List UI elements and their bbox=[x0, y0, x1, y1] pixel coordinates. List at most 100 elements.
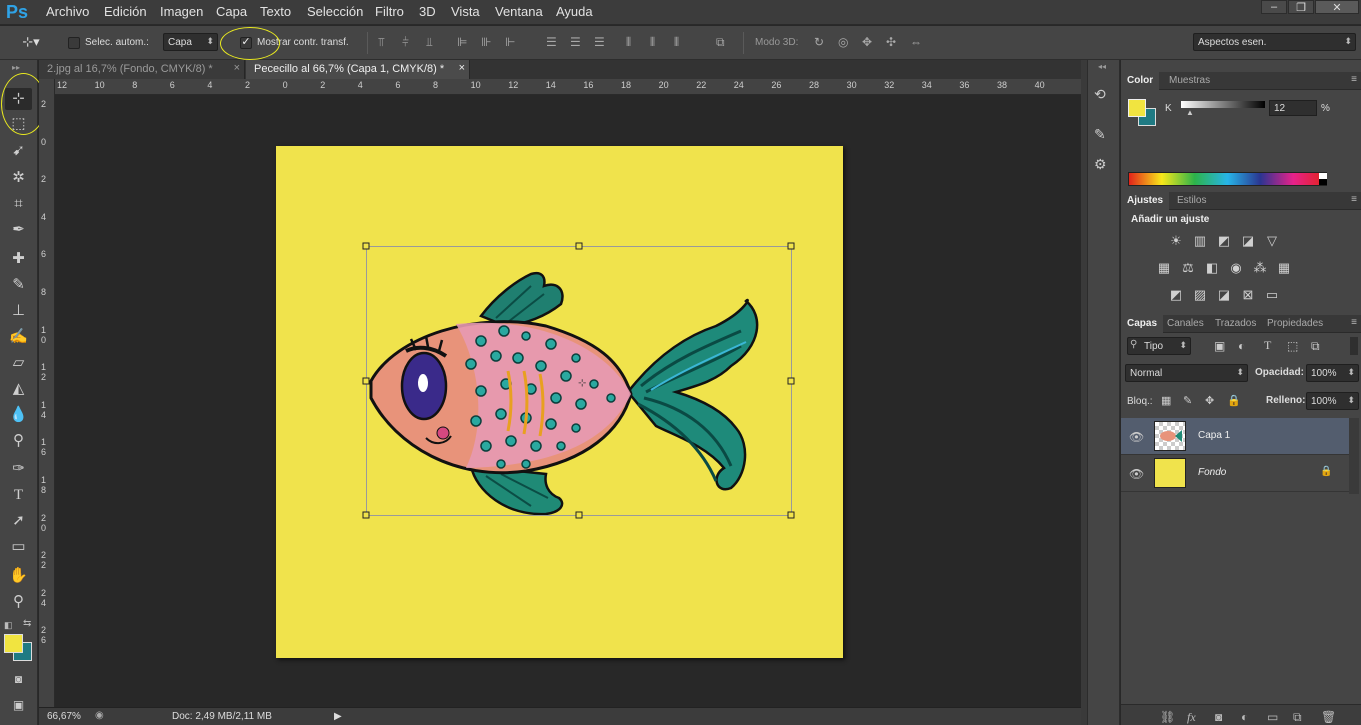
new-adjustment-icon[interactable]: ◐ bbox=[1241, 710, 1248, 724]
swap-colors-icon[interactable]: ⇆ bbox=[23, 618, 31, 629]
brightness-icon[interactable]: ☀ bbox=[1167, 233, 1185, 249]
canvas-area[interactable]: ⊹ bbox=[56, 96, 1081, 707]
close-button[interactable]: ✕ bbox=[1315, 0, 1359, 14]
pan3d-icon[interactable]: ✥ bbox=[862, 35, 872, 49]
clone-stamp-icon[interactable]: ⊥ bbox=[5, 300, 32, 322]
menu-ventana[interactable]: Ventana bbox=[495, 4, 543, 19]
lock-all-icon[interactable]: 🔒 bbox=[1227, 394, 1241, 407]
filter-smart-icon[interactable]: ⧉ bbox=[1311, 339, 1320, 354]
curves-icon[interactable]: ◩ bbox=[1215, 233, 1233, 249]
visibility-eye-icon[interactable]: 👁 bbox=[1129, 430, 1144, 444]
lasso-tool-icon[interactable]: ➹ bbox=[5, 140, 32, 162]
distribute-top-icon[interactable]: ☰ bbox=[546, 35, 557, 49]
lock-position-icon[interactable]: ✥ bbox=[1205, 394, 1214, 407]
tab-adjustments[interactable]: Ajustes bbox=[1121, 192, 1170, 210]
selective-color-icon[interactable]: ⊠ bbox=[1239, 287, 1257, 303]
vertical-ruler[interactable]: 2 0 2 4 6 8 1 0 1 2 1 4 1 6 1 8 2 0 2 2 2 4 2 6 bbox=[39, 79, 55, 707]
align-hcenter-icon[interactable]: ⊪ bbox=[481, 35, 491, 49]
path-selection-icon[interactable]: ➚ bbox=[5, 510, 32, 532]
visibility-eye-icon[interactable]: 👁 bbox=[1129, 467, 1144, 481]
quick-mask-icon[interactable]: ◙ bbox=[5, 668, 32, 690]
new-group-icon[interactable]: ▭ bbox=[1267, 710, 1278, 724]
brush-tool-icon[interactable]: ✎ bbox=[5, 274, 32, 296]
exposure-icon[interactable]: ◪ bbox=[1239, 233, 1257, 249]
paint-bucket-icon[interactable]: ◭ bbox=[5, 378, 32, 400]
align-top-icon[interactable]: ⫪ bbox=[378, 35, 385, 50]
gradient-map-icon[interactable]: ▭ bbox=[1263, 287, 1281, 303]
healing-brush-icon[interactable]: ✚ bbox=[5, 248, 32, 270]
tab-layers[interactable]: Capas bbox=[1121, 315, 1164, 333]
menu-vista[interactable]: Vista bbox=[451, 4, 480, 19]
add-mask-icon[interactable]: ◙ bbox=[1215, 710, 1222, 724]
color-lookup-icon[interactable]: ▦ bbox=[1275, 260, 1293, 276]
link-layers-icon[interactable]: ⛓ bbox=[1160, 710, 1175, 724]
menu-texto[interactable]: Texto bbox=[260, 4, 291, 19]
layers-scrollbar[interactable] bbox=[1349, 418, 1359, 494]
rotate3d-icon[interactable]: ↻ bbox=[814, 35, 824, 49]
menu-imagen[interactable]: Imagen bbox=[160, 4, 203, 19]
auto-select-checkbox[interactable] bbox=[68, 37, 80, 49]
status-info-icon[interactable]: ◉ bbox=[95, 710, 104, 721]
distribute-right-icon[interactable]: ⫴ bbox=[674, 35, 679, 50]
distribute-hcenter-icon[interactable]: ⫴ bbox=[650, 35, 655, 50]
align-vcenter-icon[interactable]: ⫩ bbox=[402, 35, 409, 50]
tool-presets-icon[interactable]: ⚙ bbox=[1094, 156, 1107, 173]
type-tool-icon[interactable]: T bbox=[5, 484, 32, 506]
tab-2jpg[interactable]: 2.jpg al 16,7% (Fondo, CMYK/8) * × bbox=[39, 60, 245, 79]
eraser-tool-icon[interactable]: ▱ bbox=[5, 352, 32, 374]
auto-align-icon[interactable]: ⧉ bbox=[716, 35, 725, 50]
lock-pixels-icon[interactable]: ✎ bbox=[1183, 394, 1192, 407]
hand-tool-icon[interactable]: ✋ bbox=[5, 565, 32, 587]
posterize-icon[interactable]: ▨ bbox=[1191, 287, 1209, 303]
black-white-ramp[interactable] bbox=[1319, 173, 1327, 185]
history-panel-icon[interactable]: ⟲ bbox=[1094, 86, 1106, 103]
brush-panel-icon[interactable]: ✎ bbox=[1094, 126, 1106, 143]
threshold-icon[interactable]: ◪ bbox=[1215, 287, 1233, 303]
roll3d-icon[interactable]: ◎ bbox=[838, 35, 848, 49]
default-colors-icon[interactable]: ◧ bbox=[4, 620, 13, 631]
align-bottom-icon[interactable]: ⫫ bbox=[426, 35, 433, 50]
menu-filtro[interactable]: Filtro bbox=[375, 4, 404, 19]
menu-seleccion[interactable]: Selección bbox=[307, 4, 363, 19]
align-left-icon[interactable]: ⊫ bbox=[457, 35, 467, 49]
menu-capa[interactable]: Capa bbox=[216, 4, 247, 19]
move-tool-preset-icon[interactable]: ⊹▾ bbox=[18, 34, 44, 50]
zoom-tool-icon[interactable]: ⚲ bbox=[5, 591, 32, 613]
workspace-dropdown[interactable]: Aspectos esen. bbox=[1193, 33, 1356, 51]
slider-handle-icon[interactable]: ▲ bbox=[1186, 108, 1194, 117]
color-fg-swatch[interactable] bbox=[1128, 99, 1146, 117]
vibrance-icon[interactable]: ▽ bbox=[1263, 233, 1281, 249]
close-icon[interactable]: × bbox=[234, 62, 240, 74]
align-right-icon[interactable]: ⊩ bbox=[505, 35, 515, 49]
screen-mode-icon[interactable]: ▣ bbox=[5, 694, 32, 716]
color-spectrum[interactable] bbox=[1128, 172, 1327, 186]
collapse-icon[interactable]: ▸▸ bbox=[12, 63, 20, 72]
filter-toggle[interactable] bbox=[1350, 337, 1358, 355]
blend-mode-dropdown[interactable]: Normal bbox=[1125, 364, 1248, 382]
panel-menu-icon[interactable]: ≡ bbox=[1351, 74, 1357, 85]
slide3d-icon[interactable]: ✣ bbox=[886, 35, 896, 49]
rectangle-tool-icon[interactable]: ▭ bbox=[5, 536, 32, 558]
panel-menu-icon[interactable]: ≡ bbox=[1351, 317, 1357, 328]
filter-shape-icon[interactable]: ⬚ bbox=[1287, 339, 1298, 353]
new-layer-icon[interactable]: ⧉ bbox=[1293, 710, 1302, 725]
zoom-level[interactable]: 66,67% bbox=[47, 711, 81, 722]
black-white-icon[interactable]: ◧ bbox=[1203, 260, 1221, 276]
history-brush-icon[interactable]: ✍ bbox=[5, 326, 32, 348]
menu-ayuda[interactable]: Ayuda bbox=[556, 4, 593, 19]
eyedropper-icon[interactable]: ✒ bbox=[5, 219, 32, 241]
hue-sat-icon[interactable]: ▦ bbox=[1155, 260, 1173, 276]
lock-transparent-icon[interactable]: ▦ bbox=[1161, 394, 1171, 407]
menu-edicion[interactable]: Edición bbox=[104, 4, 147, 19]
layer-row-fondo[interactable]: 👁 Fondo 🔒 bbox=[1121, 455, 1349, 492]
auto-select-target-dropdown[interactable]: Capa bbox=[163, 33, 218, 51]
distribute-bottom-icon[interactable]: ☰ bbox=[594, 35, 605, 49]
magic-wand-icon[interactable]: ✲ bbox=[5, 167, 32, 189]
tab-swatches[interactable]: Muestras bbox=[1163, 72, 1216, 90]
photo-filter-icon[interactable]: ◉ bbox=[1227, 260, 1245, 276]
channel-mixer-icon[interactable]: ⁂ bbox=[1251, 260, 1269, 276]
crop-tool-icon[interactable]: ⌗ bbox=[5, 193, 32, 215]
foreground-color-swatch[interactable] bbox=[4, 634, 23, 653]
tab-styles[interactable]: Estilos bbox=[1171, 192, 1212, 210]
levels-icon[interactable]: ▥ bbox=[1191, 233, 1209, 249]
